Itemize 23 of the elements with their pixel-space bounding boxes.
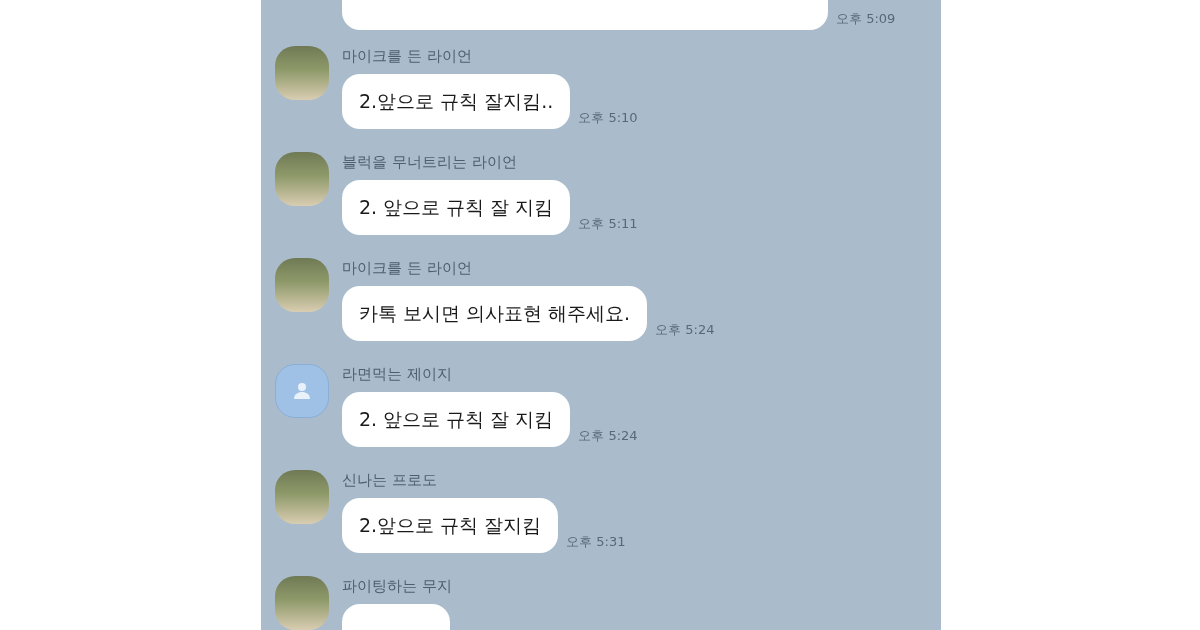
avatar-photo-placeholder[interactable] [275,258,329,312]
message-bubble: 2. 앞으로 규칙 잘 지킴 [342,180,571,235]
message-time: 오후 5:10 [578,109,638,127]
message-bubble: 2. 앞으로 규칙 잘 지킴 [342,392,571,447]
avatar-photo-placeholder[interactable] [275,152,329,206]
sender-name: 블럭을 무너트리는 라이언 [342,152,518,172]
message-time: 오후 5:09 [836,10,896,28]
message-time: 오후 5:24 [578,427,638,445]
message-bubble: 2.앞으로 규칙 잘지킴 [342,498,559,553]
sender-name: 마이크를 든 라이언 [342,258,473,278]
sender-name: 라면먹는 제이지 [342,364,453,384]
sender-name: 파이팅하는 무지 [342,576,452,596]
message-time: 오후 5:24 [655,321,715,339]
avatar-photo-placeholder[interactable] [275,470,329,524]
message-bubble: 2.앞으로 규칙 잘지킴.. [342,74,571,129]
sender-name: 마이크를 든 라이언 [342,46,473,66]
avatar-icon[interactable] [275,364,329,418]
avatar-photo-placeholder[interactable] [275,576,329,630]
message-time: 오후 5:31 [566,533,626,551]
message-time: 오후 5:11 [578,215,638,233]
sender-name: 신나는 프로도 [342,470,438,490]
message-bubble: 카톡 보시면 의사표현 해주세요. [342,286,648,341]
avatar-photo-placeholder[interactable] [275,46,329,100]
